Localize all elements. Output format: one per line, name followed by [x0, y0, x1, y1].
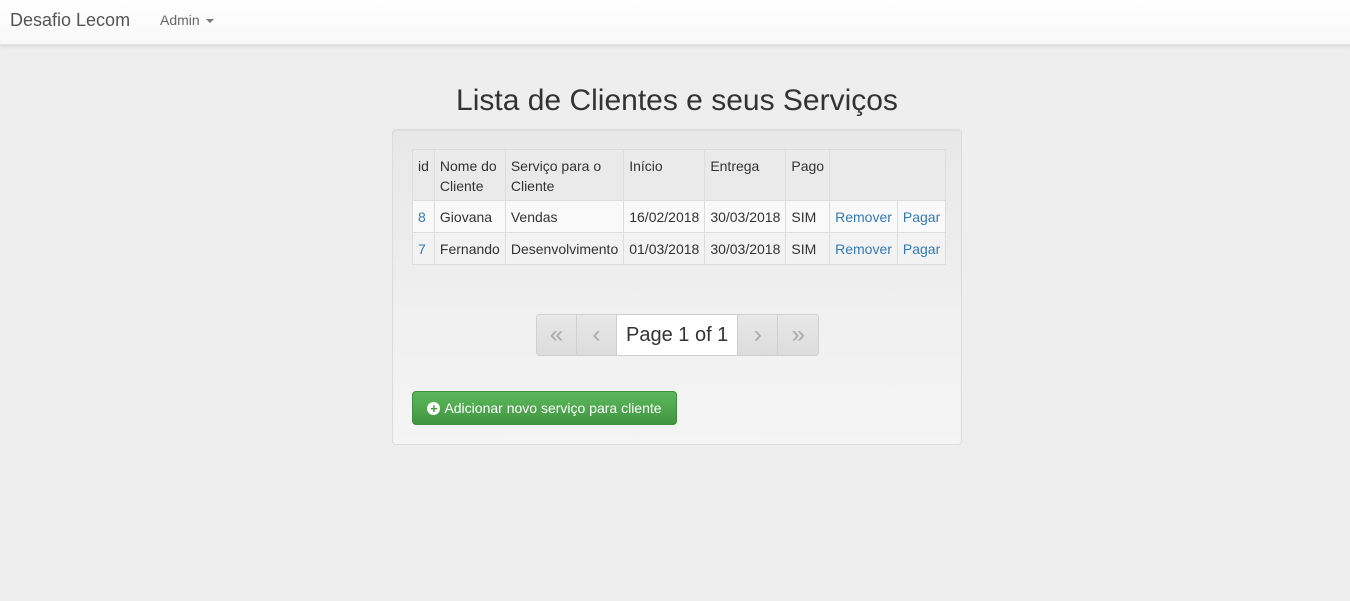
admin-dropdown[interactable]: Admin — [160, 12, 214, 28]
header-servico: Serviço para o Cliente — [504, 149, 625, 201]
table-row: 7 Fernando Desenvolvimento 01/03/2018 30… — [412, 232, 947, 265]
first-page-button[interactable]: « — [537, 315, 577, 355]
pagar-link[interactable]: Pagar — [903, 241, 940, 257]
row-servico: Vendas — [504, 200, 625, 233]
row-pago: SIM — [785, 232, 831, 265]
chevron-left-icon: ‹ — [592, 321, 601, 348]
header-actions — [829, 149, 947, 201]
pagination: « ‹ Page 1 of 1 › » — [536, 314, 820, 356]
row-inicio: 16/02/2018 — [623, 200, 706, 233]
row-nome: Fernando — [433, 232, 506, 265]
row-id-link[interactable]: 8 — [418, 209, 426, 225]
plus-circle-icon: + — [427, 401, 441, 415]
last-page-button[interactable]: » — [778, 315, 819, 355]
remover-link[interactable]: Remover — [835, 241, 892, 257]
table-header-row: id Nome do Cliente Serviço para o Client… — [412, 149, 947, 201]
double-chevron-left-icon: « — [549, 321, 564, 348]
chevron-right-icon: › — [753, 321, 762, 348]
row-nome: Giovana — [433, 200, 506, 233]
header-entrega: Entrega — [704, 149, 787, 201]
header-pago: Pago — [785, 149, 831, 201]
brand-link[interactable]: Desafio Lecom — [10, 10, 130, 31]
next-page-button[interactable]: › — [738, 315, 779, 355]
header-inicio: Início — [623, 149, 706, 201]
row-id-link[interactable]: 7 — [418, 241, 426, 257]
row-entrega: 30/03/2018 — [704, 232, 787, 265]
row-servico: Desenvolvimento — [504, 232, 625, 265]
page-title: Lista de Clientes e seus Serviços — [456, 84, 898, 117]
row-entrega: 30/03/2018 — [704, 200, 787, 233]
page-info: Page 1 of 1 — [617, 315, 739, 355]
clients-table: id Nome do Cliente Serviço para o Client… — [412, 149, 947, 265]
add-service-button[interactable]: + Adicionar novo serviço para cliente — [412, 391, 677, 425]
header-nome: Nome do Cliente — [433, 149, 506, 201]
content-panel: id Nome do Cliente Serviço para o Client… — [392, 129, 962, 445]
chevron-down-icon — [205, 19, 214, 23]
prev-page-button[interactable]: ‹ — [577, 315, 617, 355]
row-pago: SIM — [785, 200, 831, 233]
row-inicio: 01/03/2018 — [623, 232, 706, 265]
pagar-link[interactable]: Pagar — [903, 209, 940, 225]
double-chevron-right-icon: » — [791, 321, 805, 348]
table-row: 8 Giovana Vendas 16/02/2018 30/03/2018 S… — [412, 200, 947, 233]
add-service-label: Adicionar novo serviço para cliente — [444, 400, 662, 416]
header-id: id — [412, 149, 435, 201]
admin-label: Admin — [160, 12, 200, 28]
navbar: Desafio Lecom Admin — [0, 0, 1350, 45]
remover-link[interactable]: Remover — [835, 209, 892, 225]
